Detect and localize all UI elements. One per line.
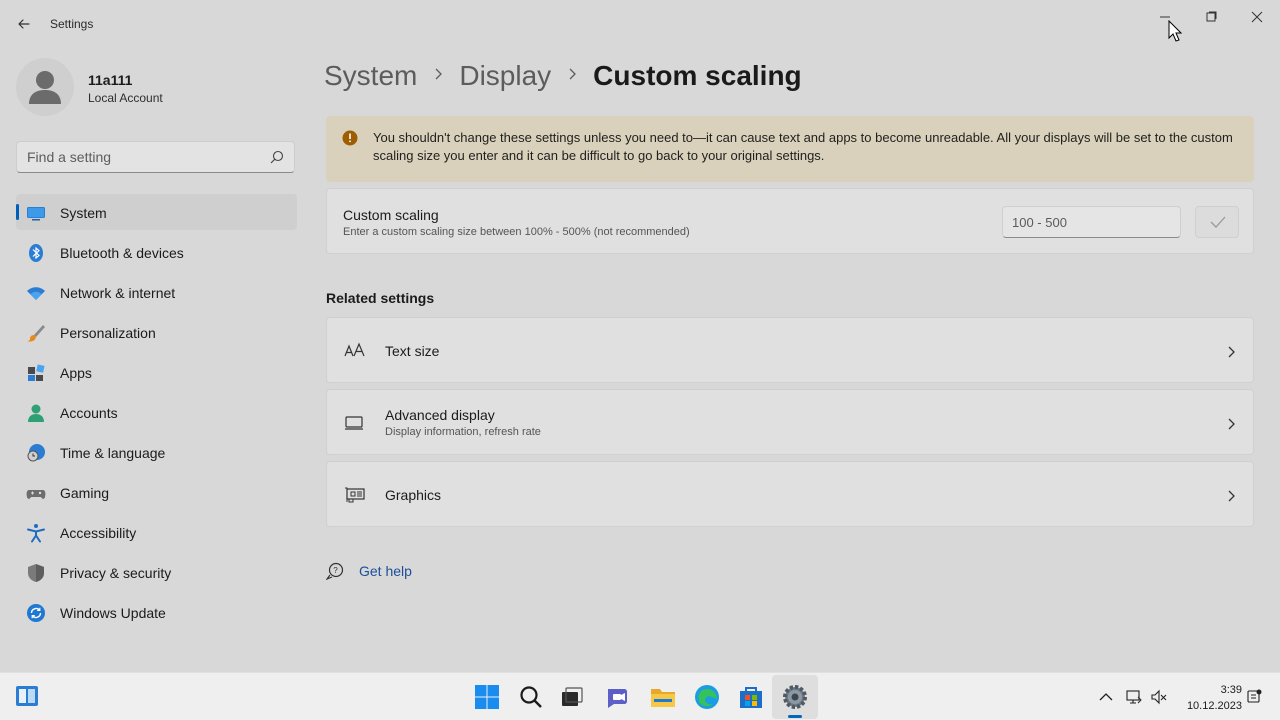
widgets-icon[interactable] — [14, 683, 42, 711]
sidebar-item-system[interactable]: System — [16, 194, 297, 230]
sidebar-item-label: Accounts — [60, 405, 118, 421]
task-view-icon[interactable] — [558, 683, 586, 711]
related-item-subtitle: Display information, refresh rate — [385, 426, 541, 438]
bluetooth-icon — [26, 243, 46, 263]
apps-icon — [26, 363, 46, 383]
sidebar-item-label: Network & internet — [60, 285, 176, 301]
start-icon[interactable] — [473, 683, 501, 711]
text-size-icon — [344, 341, 366, 361]
custom-scaling-title: Custom scaling — [343, 207, 439, 223]
breadcrumb-display[interactable]: Display — [459, 60, 551, 92]
clock-time: 3:39 — [1220, 684, 1242, 696]
chevron-right-icon — [1225, 489, 1237, 502]
close-button[interactable] — [1234, 6, 1280, 28]
sidebar-item-accessibility[interactable]: Accessibility — [16, 514, 297, 550]
mouse-cursor-icon — [1168, 19, 1183, 42]
file-explorer-icon[interactable] — [649, 683, 677, 711]
warning-icon — [342, 130, 358, 146]
restore-button[interactable] — [1188, 6, 1234, 28]
sidebar-item-privacy[interactable]: Privacy & security — [16, 554, 297, 590]
clock-date: 10.12.2023 — [1186, 700, 1242, 712]
network-display-icon[interactable] — [1126, 689, 1142, 705]
sidebar-item-label: Accessibility — [60, 525, 137, 541]
get-help-link[interactable]: Get help — [359, 563, 412, 579]
user-profile[interactable]: 11a111 Local Account — [16, 58, 296, 118]
account-type: Local Account — [88, 91, 163, 105]
graphics-card-icon — [344, 485, 366, 505]
chevron-up-icon[interactable] — [1098, 689, 1114, 705]
help-chat-icon: ? — [325, 562, 344, 581]
related-settings-heading: Related settings — [326, 290, 435, 306]
sidebar-item-label: System — [60, 205, 107, 221]
sidebar-nav: System Bluetooth & devices Network & int… — [16, 194, 297, 634]
sidebar-item-label: Windows Update — [60, 605, 166, 621]
custom-scaling-description: Enter a custom scaling size between 100%… — [343, 226, 690, 238]
gamepad-icon — [26, 483, 46, 503]
related-item-graphics[interactable]: Graphics — [326, 461, 1254, 527]
search-box[interactable] — [16, 141, 295, 173]
system-icon — [26, 203, 46, 223]
sidebar-item-windows-update[interactable]: Windows Update — [16, 594, 297, 630]
custom-scaling-input[interactable] — [1002, 206, 1181, 238]
sidebar-item-apps[interactable]: Apps — [16, 354, 297, 390]
sidebar-item-personalization[interactable]: Personalization — [16, 314, 297, 350]
sidebar-item-label: Time & language — [60, 445, 166, 461]
sidebar-item-label: Apps — [60, 365, 92, 381]
search-icon[interactable] — [270, 150, 284, 164]
related-item-advanced-display[interactable]: Advanced display Display information, re… — [326, 389, 1254, 455]
related-item-text-size[interactable]: Text size — [326, 317, 1254, 383]
related-item-title: Graphics — [385, 487, 442, 503]
clock-globe-icon — [26, 443, 46, 463]
settings-app-button[interactable] — [772, 675, 818, 719]
update-icon — [26, 603, 46, 623]
sidebar-item-accounts[interactable]: Accounts — [16, 394, 297, 430]
accessibility-icon — [26, 523, 46, 543]
sidebar-item-network[interactable]: Network & internet — [16, 274, 297, 310]
microsoft-store-icon[interactable] — [737, 683, 765, 711]
wifi-icon — [26, 283, 46, 303]
avatar — [16, 58, 74, 116]
edge-browser-icon[interactable] — [693, 683, 721, 711]
chevron-right-icon — [551, 67, 593, 85]
sidebar-item-gaming[interactable]: Gaming — [16, 474, 297, 510]
sidebar-item-label: Bluetooth & devices — [60, 245, 184, 261]
app-title: Settings — [50, 17, 94, 31]
breadcrumb: System Display Custom scaling — [324, 58, 802, 94]
monitor-icon — [344, 413, 366, 433]
sidebar-item-label: Personalization — [60, 325, 156, 341]
sidebar-item-label: Gaming — [60, 485, 110, 501]
chevron-right-icon — [417, 67, 459, 85]
brush-icon — [26, 323, 46, 343]
notification-icon[interactable] — [1246, 689, 1262, 705]
taskbar: 3:39 10.12.2023 — [0, 672, 1280, 720]
chevron-right-icon — [1225, 417, 1237, 430]
custom-scaling-card: Custom scaling Enter a custom scaling si… — [326, 188, 1254, 254]
accounts-icon — [26, 403, 46, 423]
volume-muted-icon[interactable] — [1151, 689, 1167, 705]
search-input[interactable] — [27, 148, 257, 166]
sidebar-item-time-language[interactable]: Time & language — [16, 434, 297, 470]
clock[interactable]: 3:39 10.12.2023 — [1176, 682, 1242, 714]
shield-icon — [26, 563, 46, 583]
chevron-right-icon — [1225, 345, 1237, 358]
related-item-title: Advanced display — [385, 407, 495, 423]
sidebar-item-bluetooth[interactable]: Bluetooth & devices — [16, 234, 297, 270]
checkmark-icon — [1210, 216, 1226, 228]
warning-banner: You shouldn't change these settings unle… — [326, 116, 1254, 182]
svg-text:?: ? — [333, 566, 338, 575]
related-item-title: Text size — [385, 343, 440, 359]
page-title: Custom scaling — [593, 60, 802, 91]
back-arrow-icon[interactable] — [12, 12, 36, 36]
breadcrumb-system[interactable]: System — [324, 60, 417, 92]
taskbar-search-icon[interactable] — [517, 683, 545, 711]
title-bar: Settings — [0, 0, 1280, 48]
warning-text: You shouldn't change these settings unle… — [373, 130, 1233, 163]
sidebar-item-label: Privacy & security — [60, 565, 172, 581]
chat-icon[interactable] — [604, 683, 632, 711]
user-name: 11a111 — [88, 72, 133, 88]
apply-scaling-button[interactable] — [1195, 206, 1239, 238]
settings-gear-icon — [781, 683, 809, 711]
